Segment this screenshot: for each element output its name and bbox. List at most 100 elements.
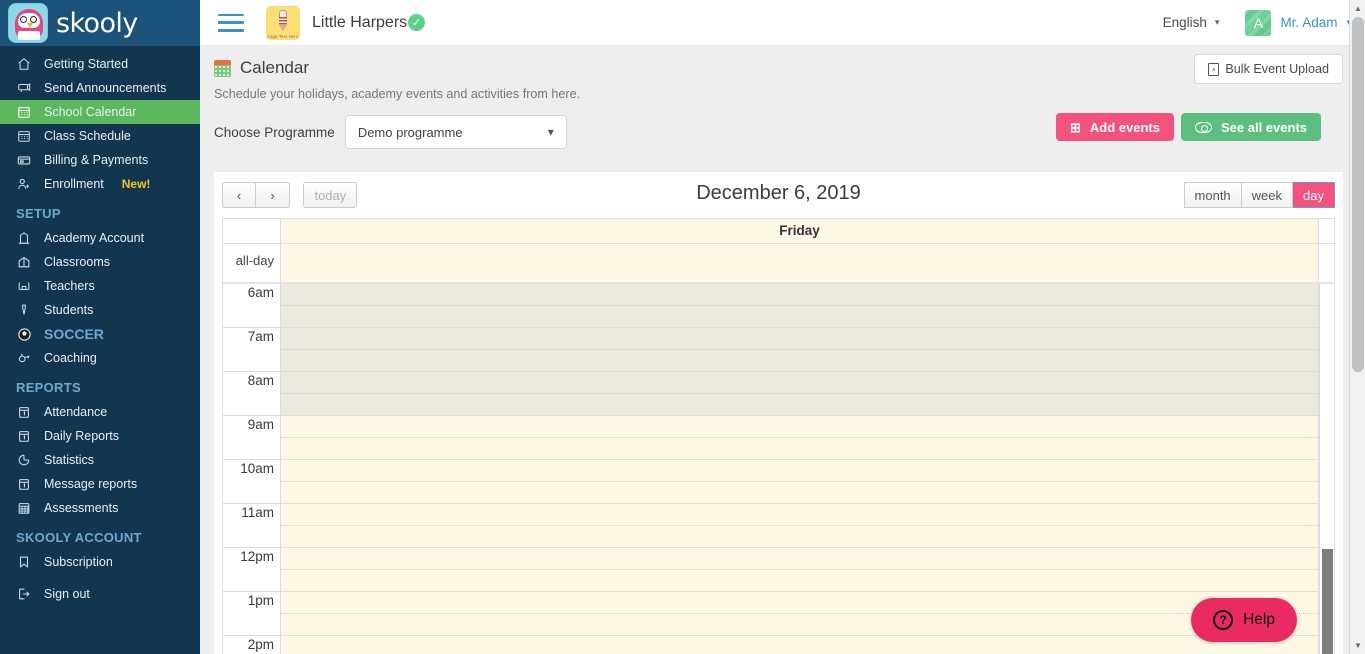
sidebar-item-academy-account[interactable]: Academy Account: [0, 226, 200, 250]
user-add-icon: [16, 176, 32, 192]
calendar-view-group: month week day: [1183, 182, 1335, 208]
megaphone-icon: [16, 80, 32, 96]
sidebar-item-send-announcements[interactable]: Send Announcements: [0, 76, 200, 100]
topbar-right: English ▾ A Mr. Adam ▾: [1163, 9, 1351, 36]
sidebar-section-skooly-account: SKOOLY ACCOUNT: [16, 530, 142, 545]
sidebar-item-coaching[interactable]: Coaching: [0, 346, 200, 370]
page-scrollbar-thumb[interactable]: [1352, 17, 1364, 372]
sidebar-item-soccer[interactable]: SOCCER: [0, 322, 200, 346]
sidebar-item-label: Message reports: [44, 476, 138, 491]
skooly-owl-logo-icon: [8, 3, 48, 43]
sidebar-item-label: Class Schedule: [44, 128, 131, 143]
building-icon: [16, 230, 32, 246]
sidebar-item-billing-payments[interactable]: Billing & Payments: [0, 148, 200, 172]
grid-icon: [16, 500, 32, 516]
scroll-down-arrow-icon[interactable]: ▼: [1350, 637, 1365, 654]
see-all-events-button[interactable]: See all events: [1181, 113, 1321, 141]
tie-icon: [16, 302, 32, 318]
calendar-day-icon: [16, 428, 32, 444]
classroom-icon: [16, 254, 32, 270]
time-slot-cell[interactable]: [281, 636, 1318, 654]
language-selector[interactable]: English ▾: [1163, 15, 1220, 30]
all-day-scroll-pad: [1318, 244, 1334, 282]
eye-icon: [1195, 121, 1212, 133]
sidebar-item-teachers[interactable]: Teachers: [0, 274, 200, 298]
all-day-label: all-day: [223, 244, 281, 282]
sidebar-item-daily-reports[interactable]: Daily Reports: [0, 424, 200, 448]
sidebar-item-label: SOCCER: [44, 326, 104, 342]
time-slot-label: 10am: [223, 460, 281, 504]
today-button[interactable]: today: [303, 182, 358, 208]
see-all-events-label: See all events: [1221, 119, 1307, 135]
sidebar-section-reports: REPORTS: [16, 380, 81, 395]
sidebar-item-statistics[interactable]: Statistics: [0, 448, 200, 472]
calendar-scrollbar-thumb[interactable]: [1322, 549, 1333, 654]
view-week-button[interactable]: week: [1241, 182, 1294, 208]
sidebar-item-label: Send Announcements: [44, 80, 167, 95]
time-slot-cell[interactable]: [281, 548, 1318, 592]
programme-label: Choose Programme: [214, 124, 335, 140]
sidebar-item-label: Assessments: [44, 500, 119, 515]
calendar-day-icon: [16, 404, 32, 420]
sidebar-item-label: Getting Started: [44, 56, 129, 71]
bulk-event-upload-button[interactable]: x Bulk Event Upload: [1194, 54, 1343, 84]
bulk-event-upload-label: Bulk Event Upload: [1225, 62, 1329, 76]
calendar-scrollbar[interactable]: [1319, 284, 1334, 654]
user-menu[interactable]: A Mr. Adam ▾: [1245, 9, 1351, 36]
language-label: English: [1162, 15, 1207, 30]
time-slot-cell[interactable]: [281, 416, 1318, 460]
sidebar-item-label: Students: [44, 302, 94, 317]
avatar: A: [1245, 9, 1272, 36]
day-header: Friday: [281, 219, 1318, 243]
time-slot-cell[interactable]: [281, 460, 1318, 504]
all-day-row: all-day: [223, 244, 1334, 284]
brand[interactable]: skooly: [0, 0, 200, 46]
time-slot-cell[interactable]: [281, 504, 1318, 548]
sidebar-item-label: Coaching: [44, 350, 97, 365]
sidebar-item-class-schedule[interactable]: Class Schedule: [0, 124, 200, 148]
sidebar-item-enrollment[interactable]: Enrollment New!: [0, 172, 200, 196]
xls-file-icon: x: [1208, 62, 1220, 76]
sidebar-item-label: Teachers: [44, 278, 95, 293]
programme-select[interactable]: Demo programme ▾: [344, 115, 567, 149]
time-slot-cell[interactable]: [281, 372, 1318, 416]
time-slot-row: 10am: [223, 460, 1334, 504]
time-slot-row: 11am: [223, 504, 1334, 548]
next-button[interactable]: ›: [256, 182, 290, 208]
time-slot-row: 12pm: [223, 548, 1334, 592]
view-month-button[interactable]: month: [1183, 182, 1242, 208]
sidebar: skooly Getting Started Send Announcement…: [0, 0, 200, 654]
all-day-cell[interactable]: [281, 244, 1318, 282]
sidebar-item-classrooms[interactable]: Classrooms: [0, 250, 200, 274]
sidebar-item-students[interactable]: Students: [0, 298, 200, 322]
page-subtitle: Schedule your holidays, academy events a…: [214, 87, 581, 101]
view-day-button[interactable]: day: [1293, 182, 1335, 208]
time-slot-cell[interactable]: [281, 592, 1318, 636]
sidebar-item-assessments[interactable]: Assessments: [0, 496, 200, 520]
sidebar-item-label: Daily Reports: [44, 428, 120, 443]
sidebar-item-label: Billing & Payments: [44, 152, 149, 167]
sidebar-item-subscription[interactable]: Subscription: [0, 550, 200, 574]
time-slot-label: 8am: [223, 372, 281, 416]
add-events-button[interactable]: ⊞ Add events: [1056, 113, 1174, 141]
sidebar-item-sign-out[interactable]: Sign out: [0, 582, 200, 606]
sidebar-item-label: Sign out: [44, 586, 90, 601]
sidebar-item-message-reports[interactable]: Message reports: [0, 472, 200, 496]
sidebar-item-attendance[interactable]: Attendance: [0, 400, 200, 424]
hamburger-icon[interactable]: [218, 13, 244, 32]
prev-button[interactable]: ‹: [222, 182, 256, 208]
sidebar-section-setup: SETUP: [16, 206, 61, 221]
sidebar-item-school-calendar[interactable]: School Calendar: [0, 100, 200, 124]
time-slot-cell[interactable]: [281, 284, 1318, 328]
time-slot-cell[interactable]: [281, 328, 1318, 372]
app-root: skooly Getting Started Send Announcement…: [0, 0, 1365, 654]
school-name-text: Little Harpers: [312, 13, 408, 31]
sidebar-item-getting-started[interactable]: Getting Started: [0, 52, 200, 76]
page-title-row: Calendar: [214, 58, 1343, 78]
sidebar-item-label: Subscription: [44, 554, 113, 569]
scroll-up-arrow-icon[interactable]: ▲: [1350, 0, 1365, 17]
time-slot-label: 2pm: [223, 636, 281, 654]
axis-corner: [223, 219, 281, 243]
help-widget-button[interactable]: ? Help: [1191, 598, 1297, 642]
page-scrollbar[interactable]: ▲ ▼: [1349, 0, 1365, 654]
